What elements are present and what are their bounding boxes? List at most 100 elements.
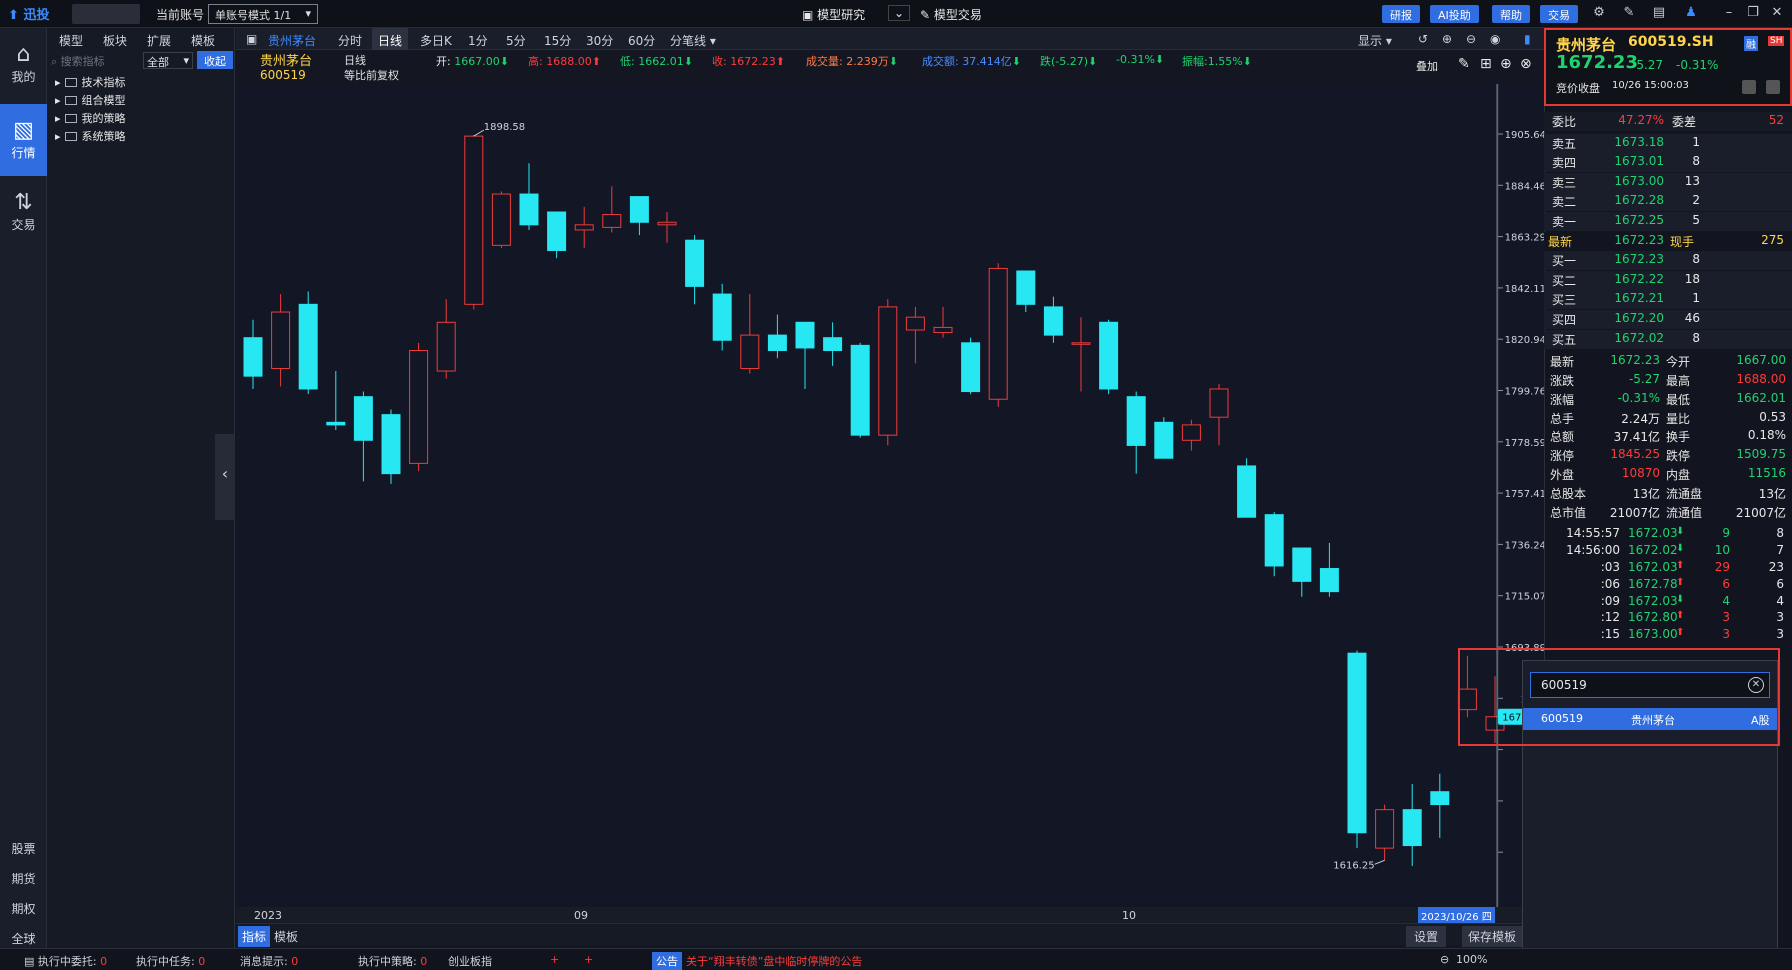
tab-indicator[interactable]: 指标 [238, 926, 271, 947]
stat-value: 11516 [1747, 466, 1786, 480]
comment-icon[interactable] [1742, 80, 1756, 94]
panel-toggle-icon[interactable]: ▮ [1518, 28, 1537, 50]
chart-tab-60min[interactable]: 60分 [622, 28, 661, 50]
diff-label: 委差 [1672, 115, 1697, 129]
nav-my[interactable]: ⌂ 我的 [0, 36, 47, 96]
pencil-icon[interactable]: ✎ [1458, 56, 1470, 72]
candle-body-up [491, 193, 511, 246]
down-arrow-icon: ⬇ [1676, 526, 1685, 538]
overlay-button[interactable]: 叠加 [1416, 58, 1438, 74]
nav-market[interactable]: ▧ 行情 [0, 104, 47, 176]
tree-tab-model[interactable]: 模型 [51, 28, 91, 50]
collapse-button[interactable]: 收起 [197, 51, 233, 69]
chart-tab-intraday[interactable]: 分时 [332, 28, 368, 50]
app-name: 迅投 [23, 8, 50, 23]
message-status[interactable]: 消息提示: 0 [240, 953, 298, 969]
zoom-in-icon[interactable]: ⊕ [1436, 28, 1458, 50]
list-icon: ▤ [24, 955, 38, 968]
notice-text[interactable]: 关于“翔丰转债”盘中临时停牌的公告 [686, 953, 862, 969]
tab-dropdown-button[interactable]: ⌄ [888, 5, 910, 21]
zoom-out-icon[interactable]: ⊖ [1460, 28, 1482, 50]
account-mode-select[interactable]: 单账号模式 1/1 ▾ [208, 4, 318, 24]
nav-options[interactable]: 期权 [0, 900, 47, 917]
help-button[interactable]: 帮助 [1492, 5, 1530, 23]
tree-tab-sector[interactable]: 板块 [95, 28, 135, 50]
chart-tab-tick[interactable]: 分笔线 ▾ [664, 28, 722, 50]
research-report-button[interactable]: 研报 [1382, 5, 1420, 23]
chart-tab-30min[interactable]: 30分 [580, 28, 619, 50]
y-tick-label: 1778.59 [1505, 438, 1544, 449]
grid-icon[interactable]: ⊞ [1480, 56, 1492, 72]
bid-row[interactable]: 买三 1672.21 1 [1544, 290, 1792, 310]
edit-icon[interactable]: ✎ [1620, 5, 1638, 23]
hand-value: 275 [1761, 232, 1784, 247]
chart-tab-stock[interactable]: 贵州茅台 [262, 28, 322, 50]
close-icon[interactable]: ✕ [1768, 5, 1786, 23]
tree-node-system-strategy[interactable]: ▸ 系统策略 [55, 128, 126, 144]
tick-time: :09 [1600, 593, 1620, 608]
save-template-button[interactable]: 保存模板 [1462, 926, 1523, 947]
crosshair-icon[interactable]: ⊕ [1500, 56, 1512, 72]
undo-icon[interactable]: ↺ [1412, 28, 1434, 50]
tree-tab-template[interactable]: 模板 [183, 28, 223, 50]
tab-template[interactable]: 模板 [274, 928, 298, 945]
shirt-icon[interactable]: ♟ [1682, 5, 1700, 23]
restore-icon[interactable]: ❐ [1744, 5, 1762, 23]
filter-select[interactable]: 全部 ▾ [143, 52, 193, 69]
entrust-status[interactable]: ▤ 执行中委托: 0 [24, 953, 107, 969]
tab-model-trading[interactable]: ✎ 模型交易 [920, 6, 982, 23]
status-bar: ▤ 执行中委托: 0 执行中任务: 0 消息提示: 0 执行中策略: 0 创业板… [0, 948, 1792, 970]
stat-label: 总股本 [1550, 486, 1587, 501]
chevron-left-icon[interactable]: ‹ [215, 434, 235, 520]
sidebar-toggle-icon[interactable]: ▣ [240, 28, 263, 50]
tab-model-research[interactable]: ▣ 模型研究 [802, 6, 865, 23]
nav-stock[interactable]: 股票 [0, 840, 47, 857]
display-label: 显示 [1358, 34, 1383, 48]
trade-button[interactable]: 交易 [1540, 5, 1578, 23]
nav-trade[interactable]: ⇅ 交易 [0, 184, 47, 244]
chart-tab-5min[interactable]: 5分 [500, 28, 532, 50]
chart-tab-1min[interactable]: 1分 [462, 28, 494, 50]
lock-icon[interactable] [1766, 80, 1780, 94]
settings-button[interactable]: 设置 [1406, 926, 1447, 947]
layout-icon[interactable]: ▤ [1650, 5, 1668, 23]
ask-row[interactable]: 卖五 1673.18 1 [1544, 133, 1792, 153]
ask-row[interactable]: 卖二 1672.28 2 [1544, 192, 1792, 212]
ask-row[interactable]: 卖一 1672.25 5 [1544, 212, 1792, 231]
strategy-status[interactable]: 执行中策略: 0 [358, 953, 427, 969]
gear-icon[interactable]: ⚙ [1590, 5, 1608, 23]
tick-count: 23 [1768, 560, 1784, 574]
tree-node-technical[interactable]: ▸ 技术指标 [55, 74, 126, 90]
tree-node-my-strategy[interactable]: ▸ 我的策略 [55, 110, 126, 126]
zoom-out-icon[interactable]: ⊖ [1440, 953, 1449, 966]
down-arrow-icon: ⬇ [499, 55, 509, 68]
expand-arrow-icon: ▸ [55, 94, 61, 107]
bid-row[interactable]: 买一 1672.23 8 [1544, 251, 1792, 271]
ask-row[interactable]: 卖四 1673.01 8 [1544, 153, 1792, 173]
board-index[interactable]: 创业板指 [448, 953, 492, 969]
candlestick-chart[interactable]: 1905.64 1884.46 1863.29 1842.11 1820.94 1799.… [236, 84, 1544, 907]
stat-value: 1509.75 [1736, 447, 1786, 462]
bid-volume: 8 [1692, 330, 1700, 345]
nav-futures[interactable]: 期货 [0, 870, 47, 887]
tick-price: 1673.00 [1628, 627, 1678, 642]
chart-tab-multiday[interactable]: 多日K [414, 28, 458, 50]
candle-body-down [1016, 270, 1036, 305]
chart-tab-daily[interactable]: 日线 [372, 28, 409, 50]
nav-global[interactable]: 全球 [0, 930, 47, 947]
task-status[interactable]: 执行中任务: 0 [136, 953, 205, 969]
tree-node-combo[interactable]: ▸ 组合模型 [55, 92, 126, 108]
bid-row[interactable]: 买五 1672.02 8 [1544, 329, 1792, 349]
bid-row[interactable]: 买四 1672.20 46 [1544, 310, 1792, 329]
reset-icon[interactable]: ◉ [1484, 28, 1506, 50]
ask-row[interactable]: 卖三 1673.00 13 [1544, 172, 1792, 192]
ai-assistant-button[interactable]: AI投助 [1430, 5, 1479, 23]
chart-tab-15min[interactable]: 15分 [538, 28, 577, 50]
stat-value: -5.27 [1628, 372, 1660, 386]
indicator-search-input[interactable]: ⌕ 搜索指标 [47, 50, 141, 70]
minimize-icon[interactable]: – [1720, 5, 1738, 23]
display-menu[interactable]: 显示 ▾ [1352, 28, 1398, 50]
bid-row[interactable]: 买二 1672.22 18 [1544, 270, 1792, 290]
tree-tab-extension[interactable]: 扩展 [139, 28, 179, 50]
close-chart-icon[interactable]: ⊗ [1520, 56, 1532, 72]
